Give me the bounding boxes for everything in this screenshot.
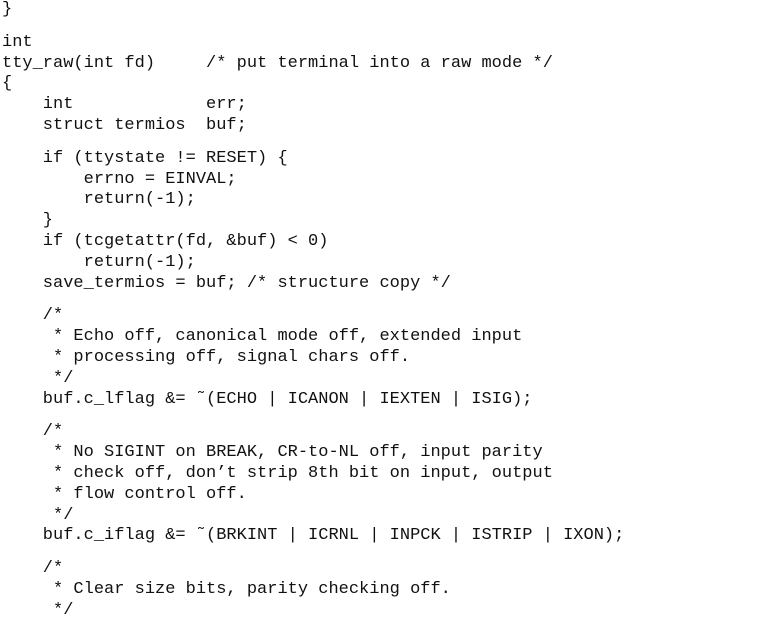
- code-line: buf.c_lflag &= ˜(ECHO | ICANON | IEXTEN …: [2, 389, 533, 409]
- code-line: */: [2, 505, 74, 525]
- code-line: /*: [2, 422, 64, 442]
- code-line: return(-1);: [2, 252, 196, 272]
- code-line: * Clear size bits, parity checking off.: [2, 579, 451, 599]
- code-line: tty_raw(int fd) /* put terminal into a r…: [2, 53, 553, 73]
- code-line: */: [2, 600, 74, 620]
- code-line: {: [2, 74, 13, 94]
- code-line: * flow control off.: [2, 484, 247, 504]
- code-line: }: [2, 211, 54, 231]
- code-line: int err;: [2, 95, 247, 115]
- code-line: if (tcgetattr(fd, &buf) < 0): [2, 231, 329, 251]
- code-line: * check off, don’t strip 8th bit on inpu…: [2, 463, 553, 483]
- code-line: buf.c_iflag &= ˜(BRKINT | ICRNL | INPCK …: [2, 526, 625, 546]
- code-line: /*: [2, 306, 64, 326]
- code-line: save_termios = buf; /* structure copy */: [2, 273, 451, 293]
- code-line: * processing off, signal chars off.: [2, 347, 411, 367]
- code-line: }: [2, 0, 13, 19]
- code-listing: } int tty_raw(int fd) /* put terminal into…: [2, 0, 624, 642]
- code-line: struct termios buf;: [2, 115, 247, 135]
- code-line: /*: [2, 559, 64, 579]
- code-line: int: [2, 32, 33, 52]
- code-line: if (ttystate != RESET) {: [2, 148, 288, 168]
- code-line: return(-1);: [2, 190, 196, 210]
- code-line: */: [2, 368, 74, 388]
- code-line: errno = EINVAL;: [2, 169, 237, 189]
- code-line: * No SIGINT on BREAK, CR-to-NL off, inpu…: [2, 443, 543, 463]
- code-line: * Echo off, canonical mode off, extended…: [2, 327, 523, 347]
